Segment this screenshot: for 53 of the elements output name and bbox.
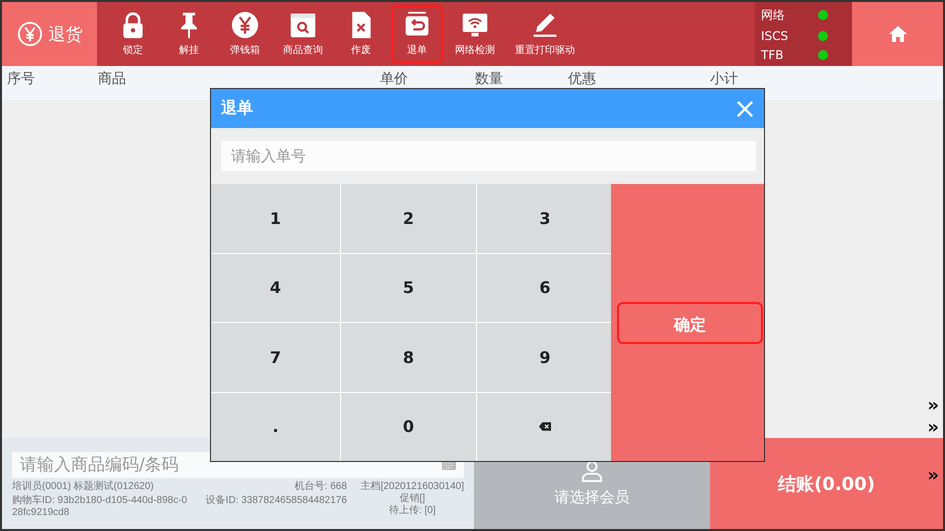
column-header: 商品 bbox=[98, 71, 127, 87]
keypad-key[interactable]: 1 bbox=[211, 184, 340, 252]
keypad-key[interactable]: 8 bbox=[341, 323, 476, 392]
wifi-icon bbox=[461, 11, 489, 39]
column-header: 数量 bbox=[475, 71, 504, 87]
promo-text: 促销[] bbox=[400, 493, 426, 504]
expand-arrow[interactable]: » bbox=[927, 466, 939, 486]
toolbar-button[interactable]: 商品查询 bbox=[275, 5, 331, 63]
toolbar-button[interactable]: 锁定 bbox=[107, 5, 159, 63]
toolbar-button[interactable]: 重置打印驱动 bbox=[507, 5, 583, 63]
keypad-key[interactable]: 9 bbox=[477, 323, 613, 392]
order-number-field[interactable]: 请输入单号 bbox=[221, 141, 756, 171]
keypad-key[interactable]: 5 bbox=[341, 254, 476, 322]
column-header: 优惠 bbox=[568, 71, 597, 87]
toolbar-button[interactable]: 网络检测 bbox=[447, 5, 503, 63]
dialog-title: 退单 bbox=[221, 98, 253, 119]
keypad-key[interactable]: 6 bbox=[477, 254, 613, 322]
mode-label: 退货 bbox=[48, 24, 82, 46]
status-label: ISCS bbox=[761, 28, 788, 42]
keypad-key[interactable]: 2 bbox=[341, 184, 476, 252]
toolbar-button[interactable]: 解挂 bbox=[163, 5, 215, 63]
keypad-key[interactable]: . bbox=[211, 392, 340, 461]
home-icon bbox=[888, 25, 908, 43]
keypad-key[interactable]: 0 bbox=[341, 392, 476, 461]
toolbar-button[interactable]: 弹钱箱 bbox=[219, 5, 271, 63]
expand-arrow[interactable]: » bbox=[927, 396, 939, 416]
cart-id-text: 购物车ID: 93b2b180-d105-440d-898c-028fc9219cd8 bbox=[12, 495, 188, 519]
home-button[interactable] bbox=[852, 2, 943, 66]
close-icon bbox=[736, 100, 754, 118]
yen-icon bbox=[16, 21, 42, 47]
column-header: 小计 bbox=[710, 71, 739, 87]
toolbar-button[interactable]: 退单 bbox=[391, 5, 443, 63]
person-icon bbox=[581, 460, 603, 482]
column-header: 序号 bbox=[7, 71, 36, 87]
device-id-text: 设备ID: 3387824658584482176 bbox=[206, 495, 347, 507]
search-icon bbox=[289, 11, 317, 39]
keypad-key[interactable]: 7 bbox=[211, 323, 340, 392]
status-label: 网络 bbox=[761, 6, 785, 24]
expand-arrow[interactable]: » bbox=[927, 418, 939, 438]
machine-text: 机台号: 668 bbox=[294, 481, 347, 493]
toolbar-button[interactable]: 作废 bbox=[335, 5, 387, 63]
status-label: TFB bbox=[761, 48, 784, 62]
pending-text: 待上传: [0] bbox=[388, 505, 436, 517]
master-data-text: 主档[20201216030140] bbox=[360, 481, 464, 493]
keypad-key[interactable]: 4 bbox=[211, 254, 340, 322]
backspace-icon bbox=[539, 422, 551, 432]
cashier-text: 培训员(0001) 标题测试(012620) bbox=[12, 481, 155, 493]
yen-icon bbox=[231, 11, 259, 39]
keypad-key[interactable]: 3 bbox=[477, 184, 613, 252]
close-button[interactable] bbox=[736, 100, 754, 118]
keypad-key[interactable] bbox=[477, 392, 613, 461]
pen-icon bbox=[531, 11, 559, 39]
column-header: 单价 bbox=[380, 71, 409, 87]
